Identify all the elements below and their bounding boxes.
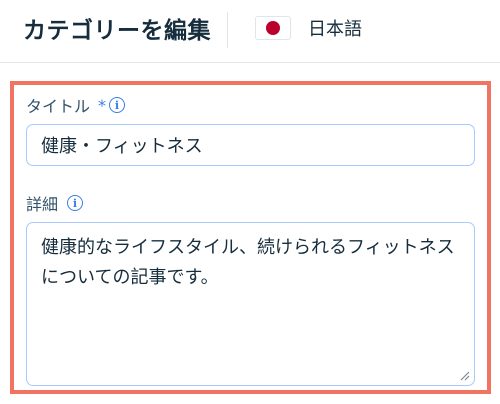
description-label-text: 詳細: [26, 195, 59, 214]
description-textarea[interactable]: 健康的なライフスタイル、続けられるフィットネスについての記事です。: [26, 222, 475, 386]
description-textarea-value: 健康的なライフスタイル、続けられるフィットネスについての記事です。: [41, 237, 455, 288]
title-input-value: 健康・フィットネス: [41, 136, 203, 157]
edit-form-panel: タイトル * i 健康・フィットネス 詳細 i 健康的なライフスタイル、続けられ…: [10, 81, 491, 394]
resize-handle-icon[interactable]: [458, 369, 470, 381]
info-icon[interactable]: i: [109, 97, 126, 113]
title-label-text: タイトル: [26, 97, 91, 116]
header: カテゴリーを編集 日本語: [0, 0, 500, 63]
title-field-label: タイトル * i: [26, 93, 126, 117]
language-label: 日本語: [308, 19, 362, 40]
japan-flag-icon: [255, 16, 291, 40]
description-field-label: 詳細 i: [26, 191, 84, 215]
title-input[interactable]: 健康・フィットネス: [26, 124, 475, 166]
flag-circle: [266, 21, 280, 35]
required-mark: *: [98, 95, 107, 115]
page-title: カテゴリーを編集: [23, 18, 211, 44]
language-selector[interactable]: 日本語: [255, 13, 362, 43]
info-icon[interactable]: i: [67, 195, 84, 211]
header-divider: [227, 12, 228, 48]
